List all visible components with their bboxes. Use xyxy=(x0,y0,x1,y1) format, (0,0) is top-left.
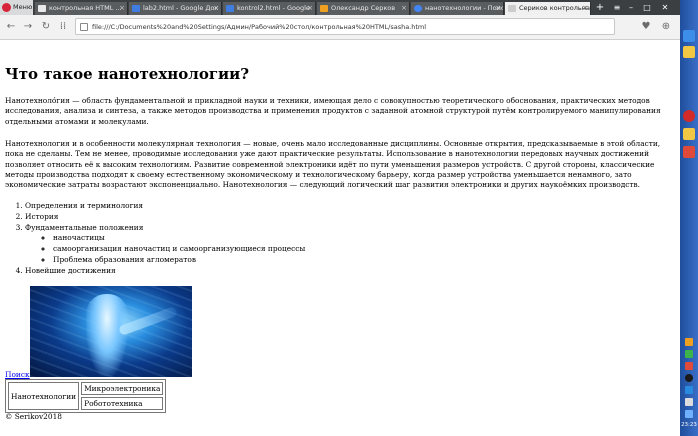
browser-menu-button[interactable]: Меню xyxy=(0,0,33,15)
close-icon[interactable]: × xyxy=(495,2,501,15)
list-item: История xyxy=(25,212,305,223)
tab-label: Сериков контрольная xyxy=(519,4,591,12)
document-icon xyxy=(38,5,46,12)
list-item: Новейшие достижения xyxy=(25,266,305,277)
reload-icon[interactable]: ↻ xyxy=(40,20,52,33)
address-bar[interactable]: file:///C:/Documents%20and%20Settings/Ад… xyxy=(75,18,615,35)
tray-icon[interactable] xyxy=(685,350,693,358)
app-icon[interactable] xyxy=(683,30,695,42)
folder-icon[interactable] xyxy=(683,46,695,58)
tab-4[interactable]: Олександр Серков × xyxy=(317,2,410,15)
forward-arrow-icon[interactable]: → xyxy=(22,20,34,33)
page-icon xyxy=(80,23,88,31)
table-cell: Нанотехнологии xyxy=(8,382,80,410)
menu-label: Меню xyxy=(13,3,33,11)
url-text[interactable]: file:///C:/Documents%20and%20Settings/Ад… xyxy=(92,19,426,35)
tray-icon[interactable] xyxy=(685,362,693,370)
footer-copyright: © Serikov2018 xyxy=(5,412,62,421)
tab-1[interactable]: контрольная HTML ... × xyxy=(35,2,128,15)
navigation-bar: ← → ↻ ⁞⁞ file:///C:/Documents%20and%20Se… xyxy=(0,15,680,40)
close-window-icon[interactable]: ✕ xyxy=(658,0,672,15)
close-icon[interactable]: × xyxy=(401,2,407,15)
close-icon[interactable]: × xyxy=(582,2,588,15)
sub-list-item: Проблема образования агломератов xyxy=(53,255,305,266)
tab-label: нанотехнологии - Поиск xyxy=(425,4,504,12)
back-arrow-icon[interactable]: ← xyxy=(5,20,17,33)
taskbar-clock[interactable]: 23:23 xyxy=(680,422,698,428)
new-tab-button[interactable]: + xyxy=(594,2,606,14)
windows-taskbar: 23:23 xyxy=(680,0,698,436)
list-item: Фундаментальные положения наночастицы са… xyxy=(25,223,305,266)
plus-icon: + xyxy=(595,2,605,13)
speed-dial-grid-icon[interactable]: ⁞⁞ xyxy=(57,20,69,33)
page-title: Что такое нанотехнологии? xyxy=(5,65,250,83)
list-item: Определения и терминология xyxy=(25,201,305,212)
document-icon xyxy=(508,5,516,12)
close-icon[interactable]: × xyxy=(307,2,313,15)
paragraph-details: Нанотехнология и в особенности молекуляр… xyxy=(5,139,661,190)
topics-table: Нанотехнологии Микроэлектроника Робототе… xyxy=(5,379,167,413)
profile-icon xyxy=(320,5,328,12)
opera-logo-icon xyxy=(2,3,11,12)
page-content: Что такое нанотехнологии? Нанотехноло́ги… xyxy=(0,40,680,436)
tab-5[interactable]: нанотехнологии - Поиск × xyxy=(411,2,504,15)
sub-list-item: наночастицы xyxy=(53,233,305,244)
nanotech-hero-image xyxy=(30,286,192,377)
minimize-icon[interactable]: – xyxy=(624,0,638,15)
tab-2[interactable]: lab2.html - Google Док × xyxy=(129,2,222,15)
google-docs-icon xyxy=(226,5,234,12)
tray-icon[interactable] xyxy=(685,338,693,346)
tab-label: lab2.html - Google Док xyxy=(143,4,219,12)
close-icon[interactable]: × xyxy=(119,2,125,15)
paragraph-intro: Нанотехноло́гия — область фундаментально… xyxy=(5,96,661,126)
maximize-icon[interactable]: □ xyxy=(640,0,654,15)
network-icon[interactable] xyxy=(685,410,693,418)
contents-list: Определения и терминология История Фунда… xyxy=(5,201,305,277)
volume-icon[interactable] xyxy=(685,398,693,406)
download-icon[interactable]: ⊕ xyxy=(660,20,672,33)
tray-icon[interactable] xyxy=(685,374,693,382)
tab-strip: Меню контрольная HTML ... × lab2.html - … xyxy=(0,0,680,15)
tab-3[interactable]: kontrol2.html - Google × xyxy=(223,2,316,15)
browser-window: Меню контрольная HTML ... × lab2.html - … xyxy=(0,0,680,436)
list-item-label: Фундаментальные положения xyxy=(25,222,144,232)
search-link[interactable]: Поиск xyxy=(5,370,30,379)
table-cell: Робототехника xyxy=(81,397,164,410)
sub-list-item: самоорганизация наночастиц и самоорганиз… xyxy=(53,244,305,255)
tab-menu-icon[interactable]: ≡ xyxy=(610,0,624,15)
tab-6-active[interactable]: Сериков контрольная × xyxy=(505,2,591,15)
google-docs-icon xyxy=(132,5,140,12)
tray-icon[interactable] xyxy=(685,386,693,394)
tab-label: Олександр Серков xyxy=(331,4,396,12)
google-search-icon xyxy=(414,5,422,12)
explorer-icon[interactable] xyxy=(683,128,695,140)
close-icon[interactable]: × xyxy=(213,2,219,15)
heart-icon[interactable]: ♥ xyxy=(640,20,652,33)
sub-list: наночастицы самоорганизация наночастиц и… xyxy=(25,233,305,265)
tab-label: контрольная HTML ... xyxy=(49,4,122,12)
tab-label: kontrol2.html - Google xyxy=(237,4,310,12)
media-icon[interactable] xyxy=(683,146,695,158)
table-cell: Микроэлектроника xyxy=(81,382,164,395)
opera-taskbar-icon[interactable] xyxy=(683,110,695,122)
